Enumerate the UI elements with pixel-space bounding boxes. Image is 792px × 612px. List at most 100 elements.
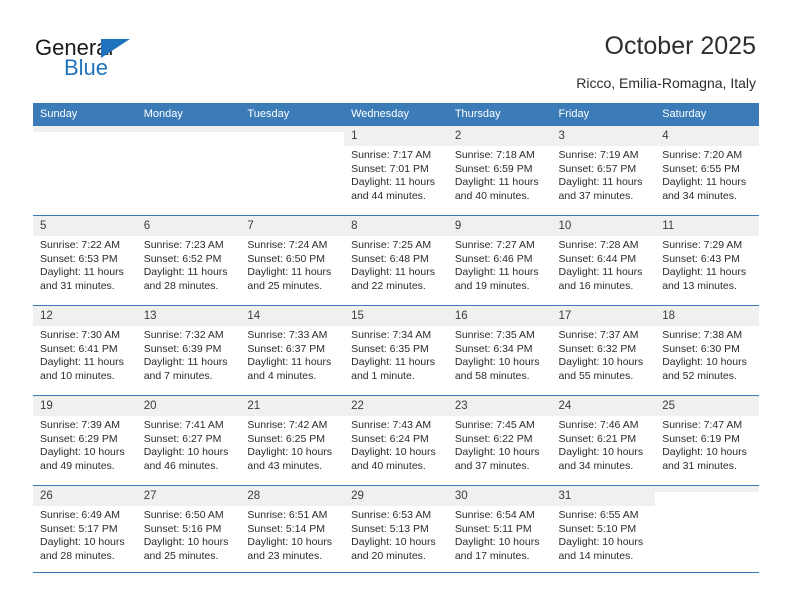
daylight-text-cont: and 31 minutes. <box>40 279 115 292</box>
daylight-text: Daylight: 11 hours <box>40 266 124 279</box>
calendar-day-cell[interactable]: 22 Sunrise: 7:43 AM Sunset: 6:24 PM Dayligh… <box>344 395 448 486</box>
day-cell: 11 Sunrise: 7:29 AM Sunset: 6:43 PM Dayligh… <box>655 216 759 305</box>
daylight-text-cont: and 19 minutes. <box>454 279 530 292</box>
calendar-day-cell[interactable] <box>240 126 345 216</box>
sunrise-text: Sunrise: 7:47 AM <box>662 419 743 431</box>
daylight-text: Daylight: 10 hours <box>662 446 747 459</box>
sunset-text: Sunset: 5:14 PM <box>247 522 326 535</box>
calendar-day-cell[interactable]: 28 Sunrise: 6:51 AM Sunset: 5:14 PM Dayligh… <box>240 485 345 575</box>
day-number: 24 <box>551 396 656 416</box>
calendar-day-cell[interactable]: 3 Sunrise: 7:19 AM Sunset: 6:57 PM Daylight… <box>551 126 656 216</box>
calendar-day-cell[interactable]: 15 Sunrise: 7:34 AM Sunset: 6:35 PM Dayligh… <box>344 305 448 396</box>
calendar-day-cell[interactable]: 1 Sunrise: 7:17 AM Sunset: 7:01 PM Daylight… <box>344 126 448 216</box>
page-header: General Blue October 2025 Ricco, Emilia-… <box>0 0 792 98</box>
daylight-text: Daylight: 11 hours <box>351 176 435 189</box>
day-number: 16 <box>447 306 552 326</box>
day-cell: 12 Sunrise: 7:30 AM Sunset: 6:41 PM Dayligh… <box>33 306 137 395</box>
daylight-text-cont: and 37 minutes. <box>454 459 530 472</box>
calendar-day-cell[interactable]: 25 Sunrise: 7:47 AM Sunset: 6:19 PM Dayligh… <box>655 395 759 486</box>
title-block: October 2025 Ricco, Emilia-Romagna, Ital… <box>576 30 756 93</box>
calendar-day-cell[interactable]: 13 Sunrise: 7:32 AM Sunset: 6:39 PM Dayligh… <box>136 305 241 396</box>
sunrise-text: Sunrise: 7:43 AM <box>351 419 432 431</box>
calendar-day-cell[interactable]: 12 Sunrise: 7:30 AM Sunset: 6:41 PM Dayligh… <box>33 305 137 396</box>
calendar-week-row: 5 Sunrise: 7:22 AM Sunset: 6:53 PM Daylight… <box>33 215 759 306</box>
day-number: 8 <box>344 216 448 236</box>
day-details: Sunrise: 7:20 AM Sunset: 6:55 PM Daylight:… <box>655 146 759 203</box>
calendar-day-cell[interactable]: 27 Sunrise: 6:50 AM Sunset: 5:16 PM Dayligh… <box>136 485 241 575</box>
calendar-week-row: 1 Sunrise: 7:17 AM Sunset: 7:01 PM Daylight… <box>33 126 759 216</box>
day-cell-empty <box>136 126 241 215</box>
day-cell: 31 Sunrise: 6:55 AM Sunset: 5:10 PM Dayligh… <box>551 486 656 575</box>
daylight-text: Daylight: 11 hours <box>247 356 332 369</box>
calendar-day-cell[interactable]: 8 Sunrise: 7:25 AM Sunset: 6:48 PM Daylight… <box>344 215 448 306</box>
calendar-day-cell[interactable]: 16 Sunrise: 7:35 AM Sunset: 6:34 PM Dayligh… <box>447 305 552 396</box>
calendar-week-row: 19 Sunrise: 7:39 AM Sunset: 6:29 PM Dayligh… <box>33 395 759 486</box>
daylight-text: Daylight: 11 hours <box>662 176 747 189</box>
calendar-day-cell[interactable] <box>136 126 241 216</box>
day-number: 20 <box>136 396 241 416</box>
calendar-day-cell[interactable]: 2 Sunrise: 7:18 AM Sunset: 6:59 PM Daylight… <box>447 126 552 216</box>
sunrise-text: Sunrise: 7:29 AM <box>662 239 743 251</box>
sunset-text: Sunset: 5:13 PM <box>351 522 429 535</box>
calendar-day-cell[interactable] <box>655 485 759 575</box>
day-cell: 28 Sunrise: 6:51 AM Sunset: 5:14 PM Dayligh… <box>240 486 345 575</box>
day-cell: 17 Sunrise: 7:37 AM Sunset: 6:32 PM Dayligh… <box>551 306 656 395</box>
calendar-day-cell[interactable]: 5 Sunrise: 7:22 AM Sunset: 6:53 PM Daylight… <box>33 215 137 306</box>
calendar-day-cell[interactable]: 31 Sunrise: 6:55 AM Sunset: 5:10 PM Dayligh… <box>551 485 656 575</box>
calendar-day-cell[interactable]: 29 Sunrise: 6:53 AM Sunset: 5:13 PM Dayligh… <box>344 485 448 575</box>
day-cell: 9 Sunrise: 7:27 AM Sunset: 6:46 PM Daylight… <box>447 216 552 305</box>
day-details: Sunrise: 6:49 AM Sunset: 5:17 PM Daylight:… <box>33 506 137 563</box>
calendar-day-cell[interactable]: 17 Sunrise: 7:37 AM Sunset: 6:32 PM Dayligh… <box>551 305 656 396</box>
calendar-day-cell[interactable]: 26 Sunrise: 6:49 AM Sunset: 5:17 PM Dayligh… <box>33 485 137 575</box>
daylight-text-cont: and 37 minutes. <box>558 189 634 202</box>
day-cell: 15 Sunrise: 7:34 AM Sunset: 6:35 PM Dayligh… <box>344 306 448 395</box>
day-number: 17 <box>551 306 656 326</box>
day-details: Sunrise: 7:18 AM Sunset: 6:59 PM Daylight:… <box>448 146 552 203</box>
daylight-text-cont: and 34 minutes. <box>558 459 634 472</box>
daylight-text-cont: and 34 minutes. <box>662 189 737 202</box>
day-details: Sunrise: 7:45 AM Sunset: 6:22 PM Daylight:… <box>448 416 552 473</box>
calendar-day-cell[interactable]: 7 Sunrise: 7:24 AM Sunset: 6:50 PM Daylight… <box>240 215 345 306</box>
day-cell-empty <box>240 126 345 215</box>
calendar-day-cell[interactable]: 6 Sunrise: 7:23 AM Sunset: 6:52 PM Daylight… <box>136 215 241 306</box>
day-details: Sunrise: 7:30 AM Sunset: 6:41 PM Daylight:… <box>33 326 137 383</box>
sunrise-text: Sunrise: 7:27 AM <box>454 239 535 251</box>
daylight-text: Daylight: 11 hours <box>454 266 539 279</box>
calendar-header-row: Sunday Monday Tuesday Wednesday Thursday… <box>33 103 759 126</box>
day-number: 12 <box>33 306 137 326</box>
calendar-day-cell[interactable]: 20 Sunrise: 7:41 AM Sunset: 6:27 PM Dayligh… <box>136 395 241 486</box>
day-number: 28 <box>240 486 345 506</box>
sunrise-text: Sunrise: 7:41 AM <box>143 419 224 431</box>
calendar-day-cell[interactable]: 19 Sunrise: 7:39 AM Sunset: 6:29 PM Dayligh… <box>33 395 137 486</box>
daylight-text: Daylight: 11 hours <box>143 266 228 279</box>
calendar-day-cell[interactable]: 30 Sunrise: 6:54 AM Sunset: 5:11 PM Dayligh… <box>447 485 552 575</box>
page-subtitle: Ricco, Emilia-Romagna, Italy <box>576 75 756 91</box>
calendar-day-cell[interactable]: 18 Sunrise: 7:38 AM Sunset: 6:30 PM Dayligh… <box>655 305 759 396</box>
calendar-day-cell[interactable]: 24 Sunrise: 7:46 AM Sunset: 6:21 PM Dayligh… <box>551 395 656 486</box>
daylight-text: Daylight: 11 hours <box>247 266 332 279</box>
sunrise-text: Sunrise: 7:25 AM <box>351 239 432 251</box>
sunset-text: Sunset: 6:32 PM <box>558 342 637 355</box>
calendar-day-cell[interactable]: 9 Sunrise: 7:27 AM Sunset: 6:46 PM Daylight… <box>447 215 552 306</box>
daylight-text-cont: and 44 minutes. <box>351 189 426 202</box>
brand-logo[interactable]: General Blue <box>35 36 235 92</box>
calendar-day-cell[interactable] <box>33 126 137 216</box>
calendar-day-cell[interactable]: 10 Sunrise: 7:28 AM Sunset: 6:44 PM Dayligh… <box>551 215 656 306</box>
calendar-day-cell[interactable]: 14 Sunrise: 7:33 AM Sunset: 6:37 PM Dayligh… <box>240 305 345 396</box>
sunrise-text: Sunrise: 7:18 AM <box>454 149 535 161</box>
sunrise-text: Sunrise: 6:54 AM <box>454 509 535 521</box>
daylight-text-cont: and 52 minutes. <box>662 369 737 382</box>
day-number: 31 <box>551 486 656 506</box>
day-number <box>136 126 241 132</box>
calendar-day-cell[interactable]: 4 Sunrise: 7:20 AM Sunset: 6:55 PM Daylight… <box>655 126 759 216</box>
day-cell-empty <box>655 486 759 575</box>
sunset-text: Sunset: 6:53 PM <box>40 252 118 265</box>
calendar-day-cell[interactable]: 23 Sunrise: 7:45 AM Sunset: 6:22 PM Dayligh… <box>447 395 552 486</box>
calendar-day-cell[interactable]: 11 Sunrise: 7:29 AM Sunset: 6:43 PM Dayligh… <box>655 215 759 306</box>
daylight-text-cont: and 14 minutes. <box>558 549 634 562</box>
daylight-text: Daylight: 10 hours <box>351 536 436 549</box>
weekday-header-sunday: Sunday <box>33 103 137 126</box>
calendar-day-cell[interactable]: 21 Sunrise: 7:42 AM Sunset: 6:25 PM Dayligh… <box>240 395 345 486</box>
day-details: Sunrise: 7:38 AM Sunset: 6:30 PM Daylight:… <box>655 326 759 383</box>
sunset-text: Sunset: 6:21 PM <box>558 432 637 445</box>
